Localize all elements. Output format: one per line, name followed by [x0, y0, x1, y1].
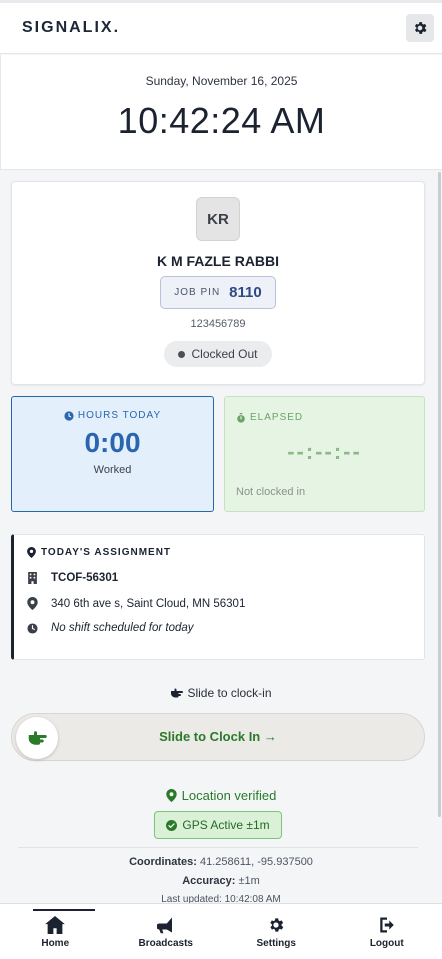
- hand-point-icon: [28, 731, 47, 745]
- hours-today-sub: Worked: [93, 464, 132, 476]
- stopwatch-icon: [237, 412, 245, 423]
- job-code: TCOF-56301: [51, 572, 119, 584]
- nav-home-label: Home: [41, 938, 70, 949]
- elapsed-header: ELAPSED: [236, 412, 303, 423]
- clock-icon: [27, 622, 38, 634]
- nav-broadcasts[interactable]: Broadcasts: [111, 904, 222, 959]
- location-pin-icon: [27, 547, 36, 558]
- home-icon: [45, 916, 66, 934]
- slider-handle[interactable]: [16, 717, 58, 759]
- assignment-job-row: TCOF-56301: [27, 572, 118, 584]
- assignment-title: TODAY'S ASSIGNMENT: [41, 547, 172, 558]
- nav-settings-label: Settings: [256, 938, 296, 949]
- status-text: Clocked Out: [191, 347, 258, 361]
- location-verified-text: Location verified: [181, 788, 277, 803]
- current-date: Sunday, November 16, 2025: [145, 74, 298, 88]
- nav-logout[interactable]: Logout: [332, 904, 442, 959]
- gear-icon: [414, 22, 427, 34]
- status-badge: Clocked Out: [164, 341, 272, 367]
- employee-name: K M FAZLE RABBI: [156, 253, 280, 269]
- location-verified: Location verified: [0, 788, 442, 803]
- nav-home[interactable]: Home: [0, 904, 111, 959]
- scrollbar[interactable]: [438, 172, 441, 817]
- logout-icon: [380, 917, 394, 933]
- top-bar: SIGNALIX.: [0, 0, 442, 54]
- job-pin-value: 8110: [229, 284, 262, 301]
- elapsed-value: --:--:--: [287, 439, 362, 464]
- profile-card: KR K M FAZLE RABBI JOB PIN 8110 12345678…: [11, 181, 425, 385]
- bottom-nav: Home Broadcasts Settings Logout: [0, 903, 442, 959]
- hours-today-label: HOURS TODAY: [77, 410, 162, 421]
- nav-broadcasts-label: Broadcasts: [138, 938, 193, 949]
- coordinates-row: Coordinates: 41.258611, -95.937500: [0, 856, 442, 868]
- slider-label: Slide to Clock In →: [159, 729, 277, 744]
- megaphone-icon: [156, 917, 172, 934]
- accuracy-value: ±1m: [238, 875, 260, 887]
- job-pin-badge: JOB PIN 8110: [160, 276, 276, 309]
- elapsed-sub: Not clocked in: [236, 486, 306, 498]
- nav-logout-label: Logout: [369, 938, 404, 949]
- nav-settings[interactable]: Settings: [221, 904, 332, 959]
- settings-button[interactable]: [406, 14, 434, 42]
- gear-icon: [270, 918, 284, 932]
- check-circle-icon: [166, 819, 178, 831]
- hand-point-icon: [171, 688, 184, 698]
- assignment-address-row: 340 6th ave s, Saint Cloud, MN 56301: [27, 597, 245, 610]
- status-dot-icon: [178, 350, 186, 358]
- building-icon: [28, 572, 37, 584]
- map-pin-icon: [27, 597, 38, 610]
- clock-icon: [64, 410, 74, 421]
- employee-id: 123456789: [190, 318, 246, 330]
- elapsed-label: ELAPSED: [250, 412, 304, 423]
- current-time: 10:42:24 AM: [117, 100, 326, 141]
- clock-panel: Sunday, November 16, 2025 10:42:24 AM: [0, 55, 442, 170]
- assignment-card: TODAY'S ASSIGNMENT TCOF-56301 340 6th av…: [11, 534, 425, 660]
- slide-hint: Slide to clock-in: [0, 686, 442, 700]
- hours-today-value: 0:00: [84, 427, 141, 458]
- clock-in-slider[interactable]: Slide to Clock In →: [11, 713, 425, 761]
- hours-today-header: HOURS TODAY: [12, 410, 213, 421]
- assignment-schedule-row: No shift scheduled for today: [27, 622, 194, 634]
- map-pin-icon: [165, 789, 177, 802]
- assignment-header: TODAY'S ASSIGNMENT: [27, 547, 171, 558]
- slide-hint-text: Slide to clock-in: [187, 686, 272, 700]
- coordinates-label: Coordinates:: [129, 856, 197, 868]
- gps-status-badge: GPS Active ±1m: [154, 811, 282, 839]
- coordinates-value: 41.258611, -95.937500: [199, 856, 313, 868]
- accuracy-row: Accuracy: ±1m: [0, 875, 442, 887]
- avatar: KR: [196, 197, 240, 241]
- job-pin-label: JOB PIN: [174, 287, 221, 298]
- job-address: 340 6th ave s, Saint Cloud, MN 56301: [51, 597, 246, 610]
- accuracy-label: Accuracy:: [182, 875, 236, 887]
- divider: [18, 847, 418, 848]
- schedule-text: No shift scheduled for today: [51, 622, 194, 634]
- brand-logo: SIGNALIX.: [22, 19, 121, 36]
- elapsed-card: ELAPSED --:--:-- Not clocked in: [224, 396, 425, 512]
- hours-today-card: HOURS TODAY 0:00 Worked: [11, 396, 214, 512]
- gps-status-text: GPS Active ±1m: [182, 818, 270, 832]
